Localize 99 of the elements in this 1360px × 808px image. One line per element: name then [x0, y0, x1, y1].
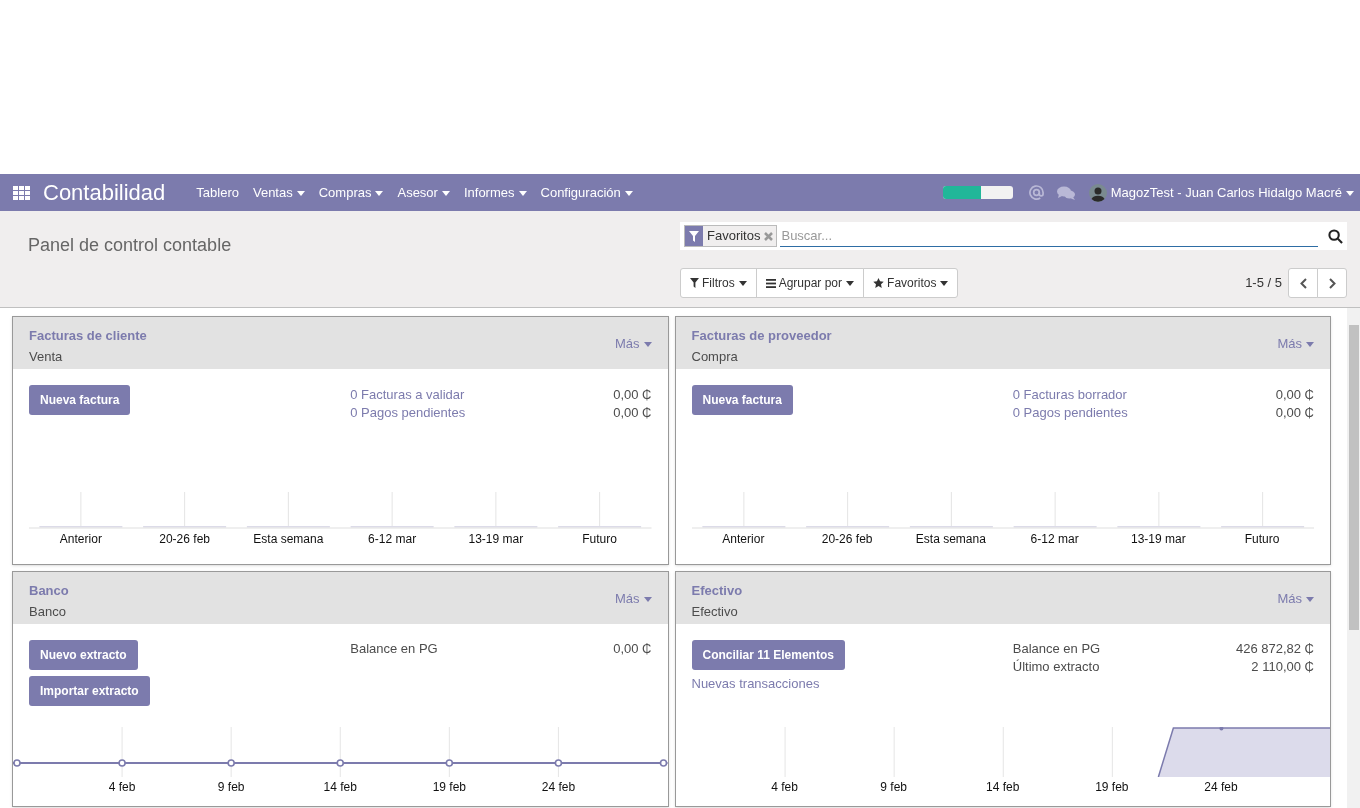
- previous-button[interactable]: [1288, 268, 1318, 298]
- stat-value: 426 872,82 ₵: [1235, 640, 1314, 658]
- search-facet[interactable]: Favoritos: [684, 225, 778, 247]
- axis-label: 13-19 mar: [1130, 531, 1187, 548]
- remove-icon[interactable]: [764, 231, 774, 241]
- caret-icon: [738, 280, 747, 286]
- more-dropdown[interactable]: Más: [614, 589, 652, 609]
- at-sign-icon[interactable]: [1028, 185, 1044, 200]
- caret-icon: [1346, 190, 1354, 196]
- stat-link[interactable]: 0 Facturas borrador: [1012, 386, 1127, 404]
- menu-item[interactable]: Informes: [456, 182, 534, 203]
- card-subtitle: Compra: [691, 347, 739, 366]
- stat-label: Último extracto: [1012, 658, 1100, 676]
- caret-icon: [1306, 342, 1314, 348]
- stat-value: 2 110,00 ₵: [1251, 658, 1314, 676]
- caret-icon: [1306, 597, 1314, 603]
- pager-value: 1-5 / 5: [1245, 274, 1282, 293]
- action-button[interactable]: Nueva factura: [691, 385, 793, 415]
- breadcrumb: Panel de control contable: [28, 235, 232, 255]
- stat-link[interactable]: 0 Pagos pendientes: [350, 404, 466, 422]
- data-point: [118, 759, 126, 767]
- link[interactable]: Nuevas transacciones: [691, 674, 820, 694]
- action-button[interactable]: Nueva factura: [29, 385, 131, 415]
- axis-label: 4 feb: [770, 779, 799, 796]
- axis-label: 4 feb: [107, 779, 137, 796]
- more-dropdown[interactable]: Más: [614, 334, 652, 354]
- stat-value: 0,00 ₵: [1275, 386, 1314, 404]
- axis-label: 14 feb: [322, 779, 358, 796]
- stat-link[interactable]: 0 Facturas a validar: [350, 386, 465, 404]
- scrollbar[interactable]: [1347, 308, 1360, 808]
- axis-label: 19 feb: [1094, 779, 1130, 796]
- data-point: [554, 759, 563, 767]
- axis-label: 6-12 mar: [1029, 531, 1080, 548]
- list-icon: [765, 278, 776, 288]
- axis-label: 9 feb: [216, 779, 246, 796]
- card-title[interactable]: Efectivo: [691, 581, 743, 601]
- chevron-left-icon: [1299, 277, 1307, 289]
- chevron-right-icon: [1328, 277, 1336, 289]
- toolbar-dropdown[interactable]: Filtros: [680, 268, 757, 298]
- menu-item[interactable]: Compras: [311, 182, 391, 203]
- data-point: [227, 759, 235, 767]
- card-subtitle: Banco: [29, 602, 67, 621]
- data-point: [1218, 727, 1223, 731]
- caret-icon: [643, 342, 652, 348]
- card-title[interactable]: Facturas de proveedor: [691, 326, 832, 346]
- search-icon[interactable]: [1328, 228, 1343, 244]
- next-button[interactable]: [1317, 268, 1347, 298]
- apps-grid-icon[interactable]: [13, 185, 30, 200]
- axis-label: 6-12 mar: [367, 531, 418, 548]
- axis-label: 24 feb: [1203, 779, 1239, 796]
- card-title[interactable]: Facturas de cliente: [29, 326, 147, 346]
- menu-item[interactable]: Configuración: [533, 182, 640, 203]
- toolbar-dropdown[interactable]: Agrupar por: [755, 268, 865, 298]
- data-point: [445, 759, 454, 767]
- stat-value: 0,00 ₵: [613, 404, 652, 422]
- menu-item[interactable]: Ventas: [245, 182, 312, 203]
- axis-label: 19 feb: [431, 779, 467, 796]
- caret-icon: [643, 597, 652, 603]
- action-button[interactable]: Conciliar 11 Elementos: [691, 640, 845, 670]
- axis-label: 14 feb: [985, 779, 1021, 796]
- data-point: [336, 759, 345, 767]
- star-icon: [873, 278, 885, 288]
- search-field[interactable]: Favoritos Buscar...: [680, 222, 1347, 250]
- action-button[interactable]: Importar extracto: [29, 676, 150, 706]
- menu-item[interactable]: Asesor: [390, 182, 457, 203]
- axis-label: Futuro: [1243, 531, 1281, 548]
- chat-bubbles-icon[interactable]: [1056, 185, 1075, 200]
- axis-label: 20-26 feb: [820, 531, 874, 548]
- more-dropdown[interactable]: Más: [1277, 589, 1314, 609]
- axis-label: 9 feb: [879, 779, 908, 796]
- stat-value: 0,00 ₵: [613, 640, 652, 658]
- card-subtitle: Venta: [29, 347, 64, 366]
- axis-label: Anterior: [721, 531, 766, 548]
- stat-label: Balance en PG: [1012, 640, 1101, 658]
- user-menu[interactable]: MagozTest - Juan Carlos Hidalgo Macré: [1110, 182, 1354, 203]
- toolbar-dropdown[interactable]: Favoritos: [863, 268, 959, 298]
- avatar-icon: [1088, 183, 1107, 202]
- filter-icon: [690, 278, 699, 288]
- stat-value: 0,00 ₵: [1275, 404, 1314, 422]
- axis-label: Anterior: [58, 531, 103, 548]
- axis-label: Esta semana: [252, 531, 325, 548]
- axis-label: 20-26 feb: [158, 531, 211, 548]
- app-title: Contabilidad: [43, 179, 166, 207]
- axis-label: 24 feb: [540, 779, 577, 796]
- stat-value: 0,00 ₵: [613, 386, 652, 404]
- caret-icon: [846, 280, 855, 286]
- axis-label: Esta semana: [914, 531, 987, 548]
- filter-icon: [685, 226, 703, 246]
- axis-label: Futuro: [581, 531, 618, 548]
- menu-item[interactable]: Tablero: [189, 182, 246, 203]
- card-title[interactable]: Banco: [29, 581, 69, 601]
- stat-link[interactable]: 0 Pagos pendientes: [1012, 404, 1128, 422]
- action-button[interactable]: Nuevo extracto: [29, 640, 138, 670]
- more-dropdown[interactable]: Más: [1277, 334, 1314, 354]
- axis-label: 13-19 mar: [467, 531, 525, 548]
- stat-label: Balance en PG: [350, 640, 438, 658]
- scrollbar-thumb[interactable]: [1349, 325, 1359, 630]
- caret-icon: [940, 280, 949, 286]
- card-subtitle: Efectivo: [691, 602, 739, 621]
